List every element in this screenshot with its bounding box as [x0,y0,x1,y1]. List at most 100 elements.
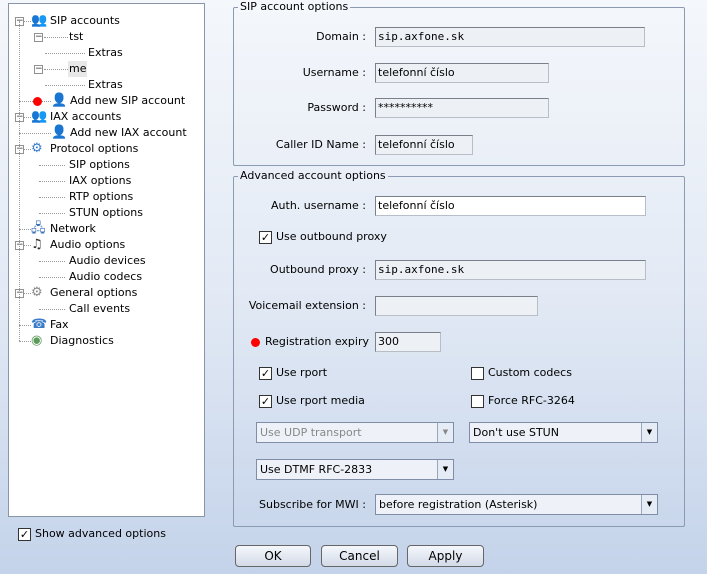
callerid-input[interactable]: telefonní číslo [375,135,473,155]
mwi-label: Subscribe for MWI : [259,498,366,511]
ok-button[interactable]: OK [235,545,311,567]
callerid-label: Caller ID Name : [275,138,366,151]
registration-expiry-label: Registration expiry : [265,335,380,348]
gear-icon: ⚙ [31,285,43,300]
protocol-icon: ⚙ [31,141,43,156]
chevron-down-icon: ▼ [641,495,657,514]
use-rport-media-checkbox[interactable]: ✓ [259,395,272,408]
tree-item[interactable]: IAX options [9,173,199,189]
password-label: Password : [307,101,366,114]
tree-item[interactable]: − ♫ Audio options [9,237,199,253]
add-iax-user-icon: 👤 [51,125,68,140]
apply-button[interactable]: Apply [407,545,484,567]
chevron-down-icon: ▼ [437,460,453,479]
transport-value: Use UDP transport [260,426,362,439]
tree-item-label: General options [50,286,138,299]
diagnostics-icon: ◉ [31,333,43,348]
tree-connector [19,325,31,326]
settings-tree[interactable]: − 👥 SIP accounts − tst Extras − me Extras 👤 Add ne… [8,3,205,517]
chevron-down-icon: ▼ [641,423,657,442]
custom-codecs-checkbox[interactable] [471,367,484,380]
tree-connector [39,261,65,262]
tree-item-label: IAX accounts [50,110,122,123]
tree-connector [19,229,31,230]
tree-connector [39,277,65,278]
tree-connector [39,165,65,166]
tree-item[interactable]: Extras [9,45,199,61]
tree-connector [19,133,51,134]
sip-options-legend: SIP account options [238,0,351,13]
tree-item-label: Extras [88,46,123,59]
network-icon: 🖧 [31,221,46,236]
tree-item-label: Fax [50,318,69,331]
tree-item-label: STUN options [69,206,143,219]
tree-item[interactable]: SIP options [9,157,199,173]
use-rport-checkbox[interactable]: ✓ [259,367,272,380]
use-rport-media-label: Use rport media [276,394,365,407]
tree-item-label: Network [50,222,96,235]
tree-connector [39,309,65,310]
marker-dot-icon [33,97,42,106]
dtmf-value: Use DTMF RFC-2833 [260,463,373,476]
tree-connector [39,197,65,198]
tree-item-label: Diagnostics [50,334,114,347]
voicemail-extension-label: Voicemail extension : [248,299,366,312]
voicemail-extension-input[interactable] [375,296,538,316]
stun-select[interactable]: Don't use STUN ▼ [469,422,658,443]
tree-item-label: Extras [88,78,123,91]
tree-connector [45,85,85,86]
tree-item-label: Call events [69,302,131,315]
use-outbound-proxy-label: Use outbound proxy [276,230,387,243]
mwi-select[interactable]: before registration (Asterisk) ▼ [375,494,658,515]
tree-connector [44,37,68,38]
tree-connector [39,181,65,182]
outbound-proxy-input[interactable]: sip.axfone.sk [375,260,646,280]
tree-item-label: Audio codecs [69,270,143,283]
users-icon: 👥 [31,13,48,28]
dtmf-select[interactable]: Use DTMF RFC-2833 ▼ [256,459,454,480]
registration-expiry-input[interactable]: 300 [375,332,441,352]
username-label: Username : [302,66,366,79]
marker-dot-icon [251,338,260,347]
force-rfc-checkbox[interactable] [471,395,484,408]
stun-value: Don't use STUN [473,426,559,439]
fax-icon: ☎ [31,317,48,332]
mwi-value: before registration (Asterisk) [379,498,538,511]
tree-connector [39,213,65,214]
tree-item-label: Protocol options [50,142,139,155]
add-user-icon: 👤 [51,93,68,108]
force-rfc-label: Force RFC-3264 [488,394,575,407]
tree-item[interactable]: ◉ Diagnostics [9,333,199,349]
collapse-toggle-icon[interactable]: − [34,33,43,42]
tree-item[interactable]: − 👥 SIP accounts [9,13,199,29]
collapse-toggle-icon[interactable]: − [34,65,43,74]
tree-item-label: me [68,61,88,77]
use-outbound-proxy-checkbox[interactable]: ✓ [259,231,272,244]
tree-item[interactable]: 🖧 Network [9,221,199,237]
tree-connector [19,341,31,342]
chevron-down-icon: ▼ [437,423,453,442]
cancel-button[interactable]: Cancel [321,545,398,567]
tree-item-label: tst [69,30,84,43]
transport-select[interactable]: Use UDP transport ▼ [256,422,454,443]
music-note-icon: ♫ [31,237,43,252]
auth-username-input[interactable]: telefonní číslo [375,196,646,216]
custom-codecs-label: Custom codecs [488,366,572,379]
username-input[interactable]: telefonní číslo [375,63,549,83]
show-advanced-label: Show advanced options [35,527,166,540]
domain-label: Domain : [316,30,366,43]
outbound-proxy-label: Outbound proxy : [270,263,366,276]
domain-input[interactable]: sip.axfone.sk [375,27,645,47]
show-advanced-checkbox[interactable]: ✓ [18,528,31,541]
iax-users-icon: 👥 [31,109,48,124]
password-input[interactable]: ********** [375,98,549,118]
tree-item-label: RTP options [69,190,134,203]
tree-connector [45,53,85,54]
tree-item-label: SIP accounts [50,14,120,27]
tree-item-label: Audio options [50,238,126,251]
auth-username-label: Auth. username : [271,199,366,212]
use-rport-label: Use rport [276,366,328,379]
tree-item[interactable]: ☎ Fax [9,317,199,333]
tree-item-label: IAX options [69,174,132,187]
tree-root-line [19,21,20,341]
